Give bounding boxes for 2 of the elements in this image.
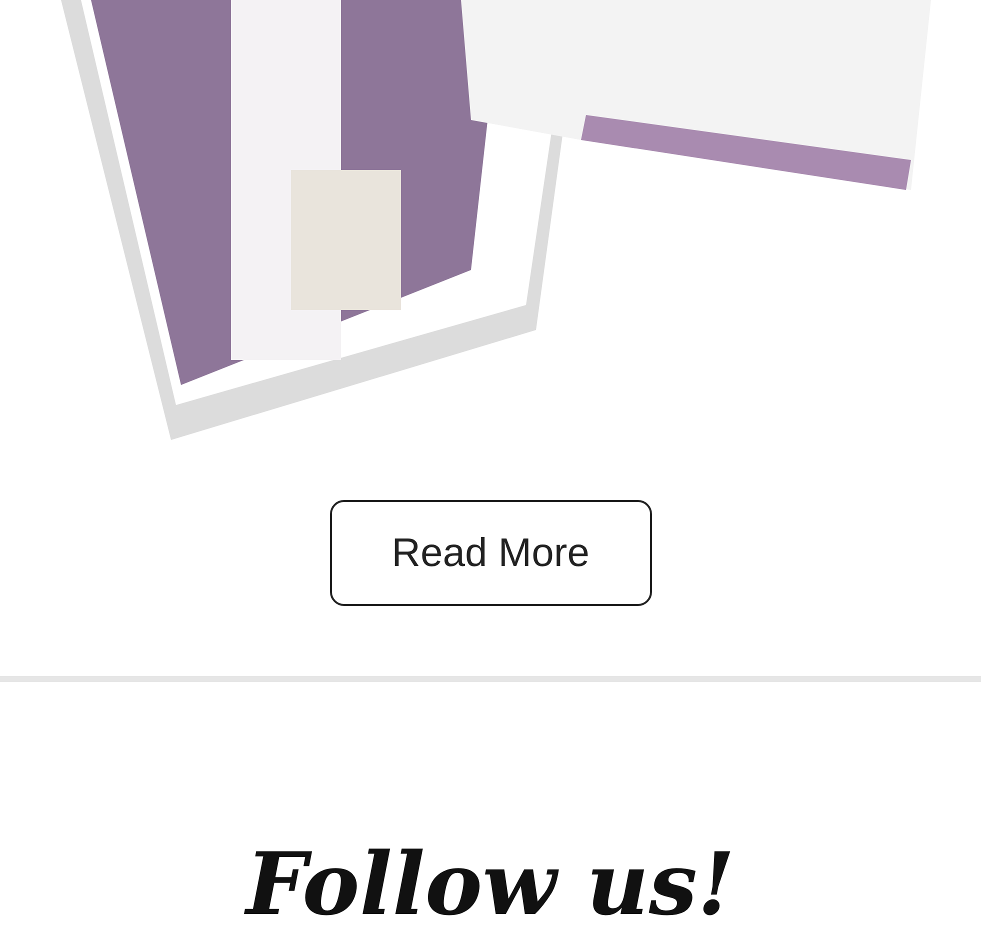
read-more-button[interactable]: Read More — [330, 500, 652, 606]
follow-heading: Follow us! — [246, 842, 736, 925]
